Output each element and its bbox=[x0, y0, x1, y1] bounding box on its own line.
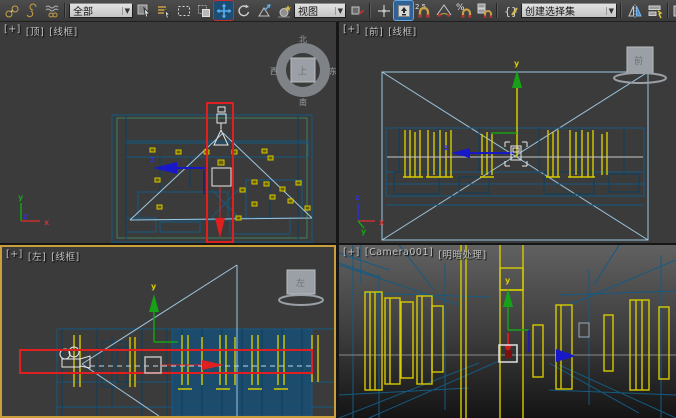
keyboard-shortcut-override-icon[interactable] bbox=[394, 1, 413, 20]
viewport-front[interactable]: [+] [前] [线框] bbox=[339, 22, 676, 243]
viewport-view-button[interactable]: [左] bbox=[28, 249, 46, 263]
selected-light-object bbox=[212, 107, 231, 186]
viewport-view-button[interactable]: [Camera001] bbox=[365, 247, 433, 261]
selection-region bbox=[207, 103, 233, 242]
toolbar-separator bbox=[64, 3, 66, 18]
svg-text:前: 前 bbox=[634, 55, 643, 67]
viewcube[interactable]: 上 北 东 南 西 bbox=[270, 35, 336, 107]
viewport-view-button[interactable]: [顶] bbox=[26, 24, 44, 38]
viewport-camera-canvas[interactable]: y bbox=[339, 245, 676, 418]
mirror-icon[interactable] bbox=[625, 1, 644, 20]
viewport-top-label: [+] [顶] [线框] bbox=[4, 24, 78, 38]
viewport-front-label: [+] [前] [线框] bbox=[343, 24, 417, 38]
viewport-menu-button[interactable]: [+] bbox=[343, 24, 360, 38]
viewport-front-canvas[interactable]: y z 前 z x bbox=[339, 22, 676, 243]
svg-text:北: 北 bbox=[299, 35, 307, 44]
use-pivot-center-icon[interactable] bbox=[347, 1, 366, 20]
select-by-name-icon[interactable] bbox=[154, 1, 173, 20]
svg-text:西: 西 bbox=[270, 67, 278, 76]
viewport-shading-button[interactable]: [线框] bbox=[51, 249, 79, 263]
reference-coordinate-system-dropdown[interactable]: 视图 ▼ bbox=[294, 3, 346, 18]
svg-text:东: 东 bbox=[329, 66, 336, 76]
svg-text:z: z bbox=[150, 155, 155, 164]
svg-text:y: y bbox=[505, 276, 511, 285]
room-wireframe bbox=[386, 128, 644, 205]
viewport-menu-button[interactable]: [+] bbox=[343, 247, 360, 261]
main-toolbar: 全部 ▼ 视图 ▼ bbox=[0, 0, 676, 22]
percent-snap-icon[interactable]: % bbox=[454, 1, 473, 20]
viewport-shading-button[interactable]: [线框] bbox=[49, 24, 77, 38]
edit-named-selection-sets-icon[interactable]: {} bbox=[501, 1, 520, 20]
svg-text:南: 南 bbox=[299, 97, 307, 107]
viewcube[interactable]: 左 bbox=[279, 270, 323, 305]
toolbar-separator bbox=[667, 3, 669, 18]
camera-frustum bbox=[382, 72, 648, 240]
select-and-link-icon[interactable] bbox=[2, 1, 21, 20]
viewport-menu-button[interactable]: [+] bbox=[6, 249, 23, 263]
transform-gizmo: y bbox=[499, 276, 576, 362]
camera-target-arrow: z bbox=[150, 155, 205, 194]
snap-toggle-icon[interactable]: 2.5 bbox=[414, 1, 433, 20]
viewport-camera-label: [+] [Camera001] [明暗处理] bbox=[343, 247, 487, 261]
select-and-place-icon[interactable] bbox=[274, 1, 293, 20]
3dsmax-window: 全部 ▼ 视图 ▼ bbox=[0, 0, 676, 418]
svg-text:y: y bbox=[18, 193, 24, 202]
world-axis-tripod: y x z bbox=[18, 193, 50, 227]
viewport-top-canvas[interactable]: z 上 北 东 南 西 y x z bbox=[0, 22, 336, 243]
rectangular-selection-region-icon[interactable] bbox=[174, 1, 193, 20]
named-selection-set-dropdown[interactable]: 创建选择集 ▼ bbox=[521, 3, 617, 18]
toolbar-separator bbox=[620, 3, 622, 18]
chevron-down-icon: ▼ bbox=[606, 7, 616, 15]
transform-gizmo: y z bbox=[444, 59, 522, 158]
viewport-left-label: [+] [左] [线框] bbox=[6, 249, 80, 263]
viewport-left-canvas[interactable]: y 左 bbox=[2, 247, 334, 416]
viewport-menu-button[interactable]: [+] bbox=[4, 24, 21, 38]
svg-text:z: z bbox=[355, 193, 360, 202]
chevron-down-icon: ▼ bbox=[122, 7, 132, 15]
viewport-camera[interactable]: [+] [Camera001] [明暗处理] bbox=[339, 245, 676, 418]
svg-text:上: 上 bbox=[298, 66, 307, 77]
svg-text:y: y bbox=[514, 59, 520, 68]
world-axis-tripod: z x y bbox=[355, 193, 385, 236]
viewport-view-button[interactable]: [前] bbox=[365, 24, 383, 38]
svg-text:z: z bbox=[444, 143, 449, 152]
spinner-snap-icon[interactable] bbox=[474, 1, 493, 20]
toolbar-separator bbox=[496, 3, 498, 18]
svg-text:{}: {} bbox=[504, 5, 518, 18]
bind-to-space-warp-icon[interactable] bbox=[42, 1, 61, 20]
viewport-shading-button[interactable]: [明暗处理] bbox=[438, 247, 486, 261]
select-and-scale-icon[interactable] bbox=[254, 1, 273, 20]
coord-system-value: 视图 bbox=[298, 3, 333, 18]
align-icon[interactable] bbox=[645, 1, 664, 20]
svg-text:左: 左 bbox=[296, 277, 305, 289]
svg-text:z: z bbox=[23, 212, 28, 221]
scene-objects-yellow bbox=[365, 245, 669, 418]
svg-text:y: y bbox=[361, 227, 367, 236]
svg-text:x: x bbox=[379, 218, 385, 227]
select-and-rotate-icon[interactable] bbox=[234, 1, 253, 20]
viewport-top[interactable]: [+] [顶] [线框] bbox=[0, 22, 336, 243]
window-crossing-icon[interactable] bbox=[194, 1, 213, 20]
layer-manager-icon[interactable] bbox=[672, 1, 676, 20]
named-selection-set-value: 创建选择集 bbox=[525, 3, 604, 18]
viewport-left-active[interactable]: [+] [左] [线框] bbox=[0, 245, 336, 418]
unlink-selection-icon[interactable] bbox=[22, 1, 41, 20]
select-object-icon[interactable] bbox=[134, 1, 153, 20]
select-and-manipulate-icon[interactable] bbox=[374, 1, 393, 20]
selection-filter-value: 全部 bbox=[73, 3, 120, 18]
svg-text:y: y bbox=[151, 282, 157, 291]
toolbar-separator bbox=[369, 3, 371, 18]
svg-text:x: x bbox=[44, 218, 50, 227]
angle-snap-icon[interactable] bbox=[434, 1, 453, 20]
viewport-shading-button[interactable]: [线框] bbox=[388, 24, 416, 38]
selection-filter-dropdown[interactable]: 全部 ▼ bbox=[69, 3, 133, 18]
select-and-move-icon[interactable] bbox=[214, 1, 233, 20]
chevron-down-icon: ▼ bbox=[335, 7, 345, 15]
